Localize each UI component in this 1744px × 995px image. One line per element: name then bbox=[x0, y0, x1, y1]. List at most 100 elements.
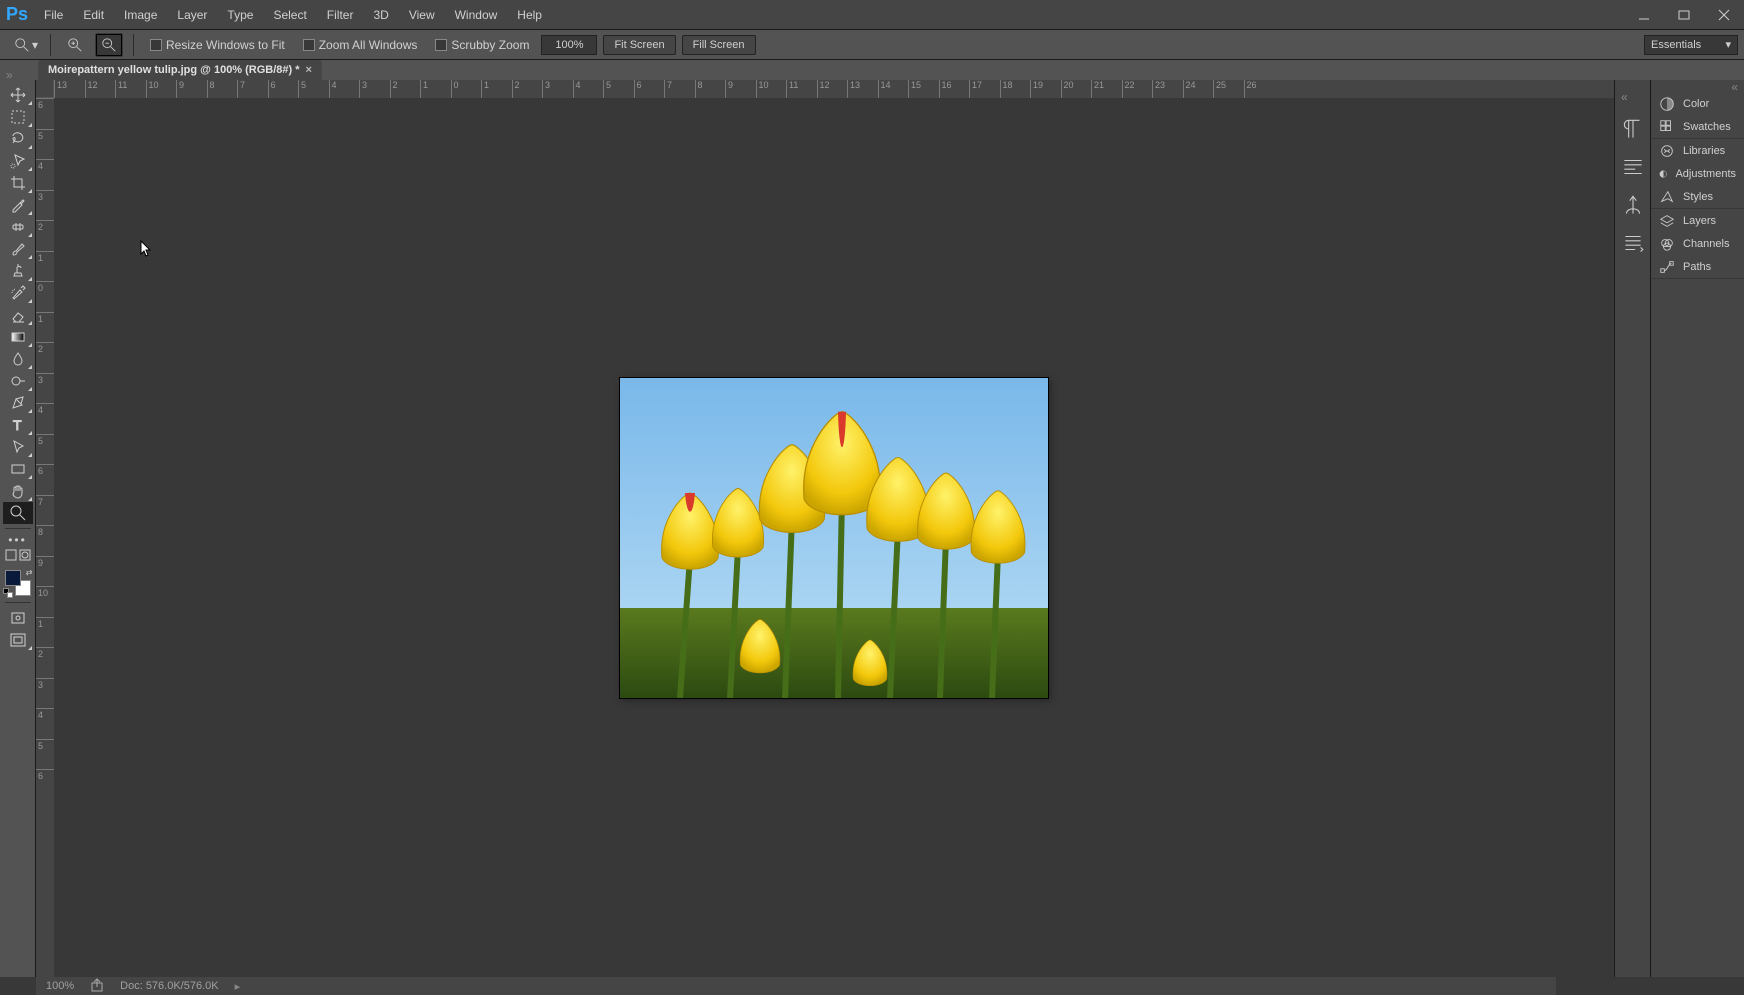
ruler-v-tick: 3 bbox=[36, 373, 54, 385]
ruler-h-tick: 8 bbox=[207, 80, 215, 98]
glyphs-panel-icon[interactable] bbox=[1620, 192, 1646, 216]
paragraph-styles-icon[interactable] bbox=[1620, 230, 1646, 254]
ruler-h-tick: 23 bbox=[1152, 80, 1165, 98]
ruler-v-tick: 0 bbox=[36, 281, 54, 293]
document-tab[interactable]: Moirepattern yellow tulip.jpg @ 100% (RG… bbox=[38, 60, 322, 80]
horizontal-ruler[interactable]: 1312111098765432101234567891011121314151… bbox=[54, 80, 1614, 98]
character-panel-icon[interactable] bbox=[1620, 154, 1646, 178]
ruler-origin[interactable] bbox=[36, 80, 54, 98]
close-tab-icon[interactable]: × bbox=[306, 64, 312, 76]
gradient-tool[interactable] bbox=[3, 326, 33, 348]
swap-colors-icon[interactable]: ⇄ bbox=[26, 568, 33, 577]
panel-paths-label: Paths bbox=[1683, 261, 1711, 273]
brush-tool[interactable] bbox=[3, 238, 33, 260]
collapse-right-icon[interactable]: « bbox=[1651, 80, 1744, 92]
status-doc-size[interactable]: Doc: 576.0K/576.0K bbox=[120, 980, 218, 992]
fill-screen-button[interactable]: Fill Screen bbox=[682, 35, 756, 55]
type-tool[interactable]: T bbox=[3, 414, 33, 436]
zoom-tool[interactable] bbox=[3, 502, 33, 524]
document-tab-strip: » Moirepattern yellow tulip.jpg @ 100% (… bbox=[0, 60, 1744, 80]
path-select-tool[interactable] bbox=[3, 436, 33, 458]
healing-brush-tool[interactable] bbox=[3, 216, 33, 238]
panel-channels[interactable]: Channels bbox=[1651, 232, 1744, 255]
fit-screen-button[interactable]: Fit Screen bbox=[603, 35, 675, 55]
ruler-h-tick: 7 bbox=[237, 80, 245, 98]
zoom-in-icon[interactable] bbox=[61, 33, 89, 57]
history-brush-tool[interactable] bbox=[3, 282, 33, 304]
lasso-tool[interactable] bbox=[3, 128, 33, 150]
default-colors-icon[interactable] bbox=[3, 588, 13, 598]
workspace-label: Essentials bbox=[1651, 39, 1701, 51]
panel-adjustments[interactable]: Adjustments bbox=[1651, 162, 1744, 185]
menu-3d[interactable]: 3D bbox=[363, 0, 398, 30]
hand-tool[interactable] bbox=[3, 480, 33, 502]
ruler-h-tick: 2 bbox=[512, 80, 520, 98]
ruler-h-tick: 18 bbox=[1000, 80, 1013, 98]
pen-tool[interactable] bbox=[3, 392, 33, 414]
crop-tool[interactable] bbox=[3, 172, 33, 194]
foreground-color[interactable] bbox=[5, 570, 21, 586]
panel-paths[interactable]: Paths bbox=[1651, 255, 1744, 278]
vertical-ruler[interactable]: 654321012345678910123456 bbox=[36, 98, 54, 977]
panel-styles[interactable]: Styles bbox=[1651, 185, 1744, 208]
paragraph-panel-icon[interactable] bbox=[1620, 116, 1646, 140]
ruler-h-tick: 16 bbox=[939, 80, 952, 98]
ruler-h-tick: 24 bbox=[1183, 80, 1196, 98]
menu-file[interactable]: File bbox=[34, 0, 73, 30]
zoom-all-label: Zoom All Windows bbox=[319, 38, 418, 52]
maximize-button[interactable] bbox=[1664, 0, 1704, 30]
marquee-tool[interactable] bbox=[3, 106, 33, 128]
menu-select[interactable]: Select bbox=[263, 0, 316, 30]
menu-layer[interactable]: Layer bbox=[167, 0, 217, 30]
scrubby-zoom-checkbox[interactable]: Scrubby Zoom bbox=[429, 38, 535, 52]
panel-libraries[interactable]: Libraries bbox=[1651, 139, 1744, 162]
svg-text:T: T bbox=[13, 417, 22, 433]
collapse-handle-icon[interactable]: « bbox=[1621, 90, 1628, 102]
menu-type[interactable]: Type bbox=[217, 0, 263, 30]
ruler-h-tick: 20 bbox=[1061, 80, 1074, 98]
document-stage[interactable] bbox=[54, 98, 1614, 977]
panel-layers[interactable]: Layers bbox=[1651, 209, 1744, 232]
clone-stamp-tool[interactable] bbox=[3, 260, 33, 282]
panel-color[interactable]: Color bbox=[1651, 92, 1744, 115]
quick-mask-icon-b[interactable] bbox=[19, 549, 31, 564]
zoom-percent-input[interactable]: 100% bbox=[541, 35, 597, 55]
minimize-button[interactable] bbox=[1624, 0, 1664, 30]
edit-toolbar-icon[interactable]: ••• bbox=[3, 533, 33, 547]
close-window-button[interactable] bbox=[1704, 0, 1744, 30]
ruler-h-tick: 2 bbox=[390, 80, 398, 98]
current-tool-icon[interactable]: ▾ bbox=[12, 33, 40, 57]
ruler-h-tick: 7 bbox=[664, 80, 672, 98]
menu-help[interactable]: Help bbox=[507, 0, 552, 30]
screen-mode-full-icon[interactable] bbox=[3, 629, 33, 651]
menu-window[interactable]: Window bbox=[445, 0, 508, 30]
zoom-all-checkbox[interactable]: Zoom All Windows bbox=[297, 38, 424, 52]
ruler-h-tick: 26 bbox=[1244, 80, 1257, 98]
eraser-tool[interactable] bbox=[3, 304, 33, 326]
workspace-selector[interactable]: Essentials ▾ bbox=[1644, 35, 1738, 55]
document-canvas[interactable] bbox=[620, 378, 1048, 698]
dodge-tool[interactable] bbox=[3, 370, 33, 392]
menu-view[interactable]: View bbox=[399, 0, 445, 30]
eyedropper-tool[interactable] bbox=[3, 194, 33, 216]
menu-filter[interactable]: Filter bbox=[317, 0, 364, 30]
ruler-v-tick: 2 bbox=[36, 220, 54, 232]
share-icon[interactable] bbox=[90, 978, 104, 995]
rectangle-tool[interactable] bbox=[3, 458, 33, 480]
ruler-h-tick: 21 bbox=[1091, 80, 1104, 98]
menu-edit[interactable]: Edit bbox=[73, 0, 114, 30]
quick-select-tool[interactable] bbox=[3, 150, 33, 172]
menu-image[interactable]: Image bbox=[114, 0, 167, 30]
ruler-v-tick: 8 bbox=[36, 525, 54, 537]
blur-tool[interactable] bbox=[3, 348, 33, 370]
foreground-background-swatch[interactable]: ⇄ bbox=[3, 568, 33, 598]
quick-mask-icon-a[interactable] bbox=[5, 549, 17, 564]
screen-mode-standard-icon[interactable] bbox=[3, 607, 33, 629]
zoom-out-icon[interactable] bbox=[95, 33, 123, 57]
move-tool[interactable] bbox=[3, 84, 33, 106]
panel-swatches[interactable]: Swatches bbox=[1651, 115, 1744, 138]
resize-windows-checkbox[interactable]: Resize Windows to Fit bbox=[144, 38, 291, 52]
expand-dock-icon[interactable]: » bbox=[6, 68, 18, 80]
status-zoom[interactable]: 100% bbox=[46, 980, 74, 992]
status-menu-icon[interactable]: ▸ bbox=[235, 980, 241, 993]
